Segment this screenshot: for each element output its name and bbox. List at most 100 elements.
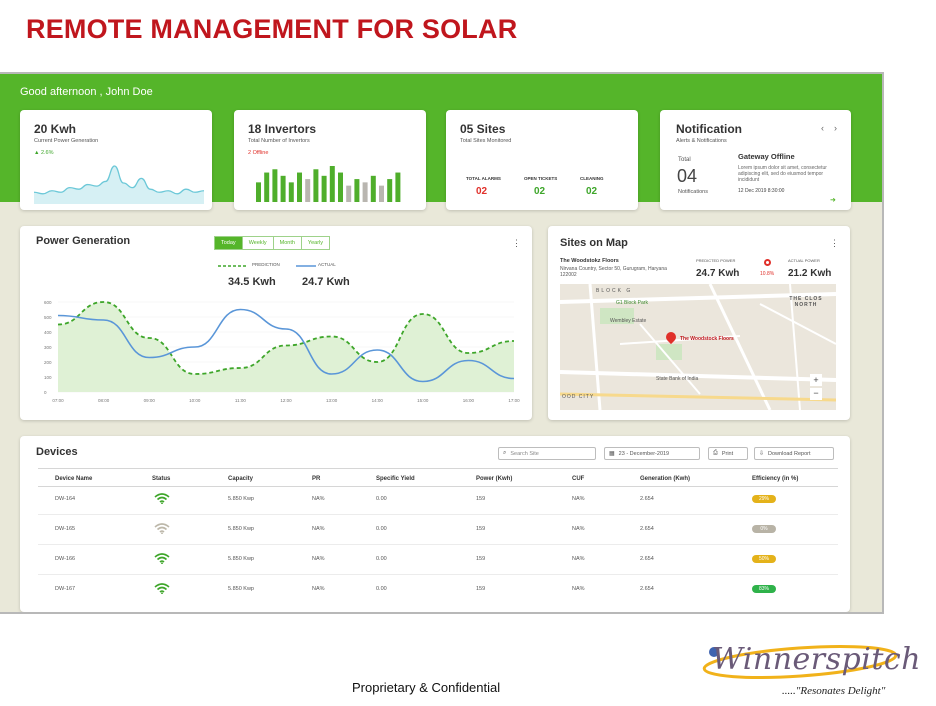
- x-tick-label: 11:00: [235, 398, 246, 403]
- table-cell-pr: NA%: [312, 586, 325, 592]
- wifi-status-icon: [154, 553, 170, 567]
- print-button[interactable]: ⎙ Print: [708, 447, 748, 460]
- x-tick-label: 13:00: [326, 398, 338, 403]
- ticket-value-alarms[interactable]: 02: [476, 186, 487, 197]
- invertor-bar: [387, 179, 393, 202]
- site-address: Nirvana Country, Sector 50, Gurugram, Ha…: [560, 266, 667, 278]
- x-tick-label: 14:00: [372, 398, 384, 403]
- invertor-bar: [272, 169, 278, 202]
- actual-total: 24.7 Kwh: [302, 276, 350, 288]
- invertor-bar: [264, 172, 270, 202]
- invertor-bar: [338, 172, 343, 202]
- x-tick-label: 12:00: [280, 398, 292, 403]
- y-tick-label: 600: [44, 300, 52, 305]
- invertor-bar: [256, 182, 261, 202]
- download-label: Download Report: [768, 450, 811, 457]
- date-value: 23 - December-2019: [618, 450, 670, 457]
- efficiency-badge: 29%: [752, 495, 776, 503]
- table-cell-capacity: 5.850 Kwp: [228, 586, 254, 592]
- search-site-input[interactable]: ⌕ Search Site: [498, 447, 596, 460]
- power-value: 20 Kwh: [34, 122, 77, 136]
- invertors-value: 18 Invertors: [248, 122, 317, 136]
- efficiency-badge: 50%: [752, 555, 776, 563]
- table-cell-capacity: 5.850 Kwp: [228, 526, 254, 532]
- y-tick-label: 500: [44, 315, 52, 320]
- y-tick-label: 100: [44, 375, 52, 380]
- ticket-label-open: OPEN TICKETS: [524, 176, 558, 181]
- notification-item-title[interactable]: Gateway Offline: [738, 152, 795, 161]
- sites-kpi-card[interactable]: 05 Sites Total Sites Monitored TOTAL ALA…: [446, 110, 638, 210]
- site-name[interactable]: The Woodstokz Floors: [560, 258, 619, 264]
- invertor-bar: [329, 166, 335, 202]
- predicted-power-value: 24.7 Kwh: [696, 268, 740, 279]
- invertor-bar: [346, 185, 352, 202]
- ticket-label-cleaning: CLEANING: [580, 176, 604, 181]
- map-label-sbi: State Bank of India: [656, 376, 699, 382]
- power-kpi-card[interactable]: 20 Kwh Current Power Generation ▲ 2.6%: [20, 110, 212, 210]
- invertor-bar: [395, 172, 401, 202]
- row-divider: [38, 544, 838, 545]
- slide-title: REMOTE MANAGEMENT FOR SOLAR: [26, 14, 518, 44]
- download-report-button[interactable]: ⇩ Download Report: [754, 447, 834, 460]
- map-more-icon[interactable]: ⋮: [830, 238, 839, 249]
- invertors-kpi-card[interactable]: 18 Invertors Total Number of Invertors 2…: [234, 110, 426, 210]
- y-tick-label: 400: [44, 330, 52, 335]
- notification-total-unit: Notifications: [678, 189, 708, 195]
- map-label-ood-city: OOD CITY: [562, 394, 595, 400]
- table-cell-power: 159: [476, 556, 486, 562]
- alert-icon: [764, 259, 771, 266]
- table-cell-name: DW-165: [55, 526, 76, 532]
- site-map[interactable]: BLOCK G G1 Block Park Wembley Estate The…: [560, 284, 836, 410]
- footer-confidential: Proprietary & Confidential: [352, 680, 501, 695]
- power-delta-value: 10.8%: [760, 271, 775, 277]
- efficiency-badge: 0%: [752, 525, 776, 533]
- company-logo: Winnerspitch: [712, 642, 922, 677]
- notification-total-label: Total: [678, 157, 691, 163]
- power-generation-chart: 0 100 200 300 400 500 600 07:00 08:00 09:00 10:00 1…: [44, 300, 520, 403]
- x-tick-label: 08:00: [98, 398, 110, 403]
- col-pr: PR: [312, 476, 321, 482]
- tab-weekly[interactable]: Weekly: [243, 237, 274, 249]
- invertor-bar: [313, 169, 319, 202]
- next-icon[interactable]: ›: [834, 123, 837, 133]
- zoom-in-button[interactable]: +: [810, 374, 822, 386]
- table-cell-cuf: NA%: [572, 526, 585, 532]
- devices-card: Devices ⌕ Search Site ▦ 23 - December-20…: [20, 436, 850, 612]
- ticket-value-cleaning[interactable]: 02: [586, 186, 597, 197]
- tab-today[interactable]: Today: [215, 237, 243, 249]
- power-delta: ▲ 2.6%: [34, 150, 54, 156]
- date-picker[interactable]: ▦ 23 - December-2019: [604, 447, 700, 460]
- table-cell-power: 159: [476, 526, 486, 532]
- notification-card[interactable]: Notification Alerts & Notifications ‹ › …: [660, 110, 851, 210]
- devices-title: Devices: [36, 446, 78, 458]
- notification-item-text: Lorem ipsum dolor sit amet, consectetur …: [738, 165, 827, 183]
- legend-actual-swatch: [296, 265, 316, 267]
- zoom-out-button[interactable]: −: [810, 388, 822, 400]
- table-cell-generation: 2.654: [640, 526, 654, 532]
- more-menu-icon[interactable]: ⋮: [512, 238, 521, 249]
- wifi-status-icon: [154, 583, 170, 597]
- table-cell-generation: 2.654: [640, 586, 654, 592]
- wifi-status-icon: [154, 493, 170, 507]
- table-cell-name: DW-164: [55, 496, 76, 502]
- col-status: Status: [152, 476, 171, 482]
- col-power: Power (Kwh): [476, 476, 513, 482]
- tab-yearly[interactable]: Yearly: [302, 237, 329, 249]
- map-label-site: The Woodstock Floors: [680, 336, 734, 342]
- invertor-bar: [297, 172, 302, 202]
- prev-icon[interactable]: ‹: [821, 123, 824, 133]
- prediction-area: [58, 302, 514, 392]
- ticket-value-open[interactable]: 02: [534, 186, 545, 197]
- greeting: Good afternoon , John Doe: [20, 86, 153, 98]
- notification-arrow-icon[interactable]: ➜: [830, 196, 836, 204]
- notification-subtitle: Alerts & Notifications: [676, 138, 727, 144]
- col-efficiency: Efficiency (in %): [752, 476, 799, 482]
- sites-on-map-card: Sites on Map ⋮ The Woodstokz Floors Nirv…: [548, 226, 850, 420]
- tab-month[interactable]: Month: [274, 237, 302, 249]
- x-tick-label: 07:00: [52, 398, 64, 403]
- col-device-name: Device Name: [55, 476, 93, 482]
- table-cell-cuf: NA%: [572, 586, 585, 592]
- notification-item-date: 12 Dec 2019 8:30:00: [738, 188, 785, 194]
- invertor-bar: [379, 185, 384, 202]
- map-label-wembley: Wembley Estate: [610, 318, 647, 324]
